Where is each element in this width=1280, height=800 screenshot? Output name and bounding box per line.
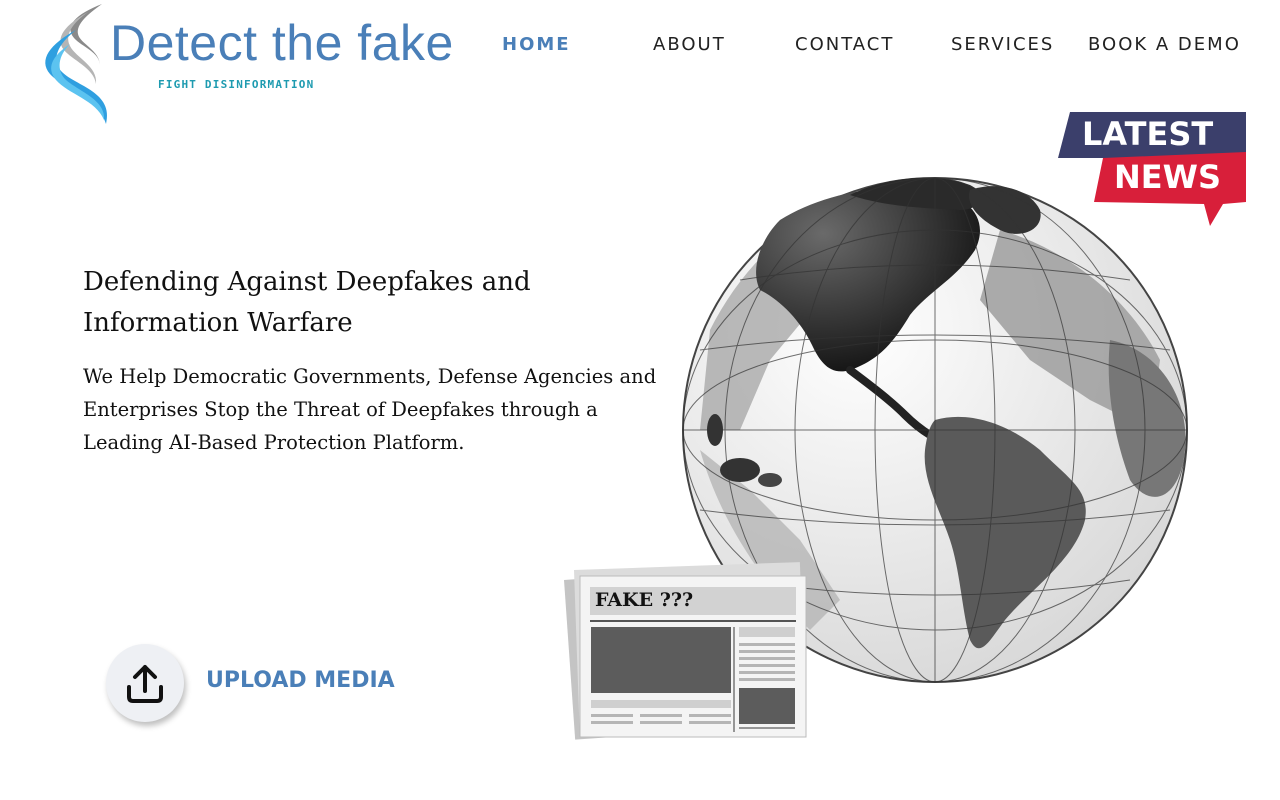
upload-icon xyxy=(127,665,163,703)
brand-logo[interactable]: Detect the fake xyxy=(36,0,456,130)
nav-home[interactable]: HOME xyxy=(502,34,571,55)
badge-news-text: NEWS xyxy=(1114,158,1221,196)
nav-services[interactable]: SERVICES xyxy=(951,34,1054,55)
nav-contact[interactable]: CONTACT xyxy=(795,34,894,55)
badge-latest-text: LATEST xyxy=(1082,115,1214,153)
upload-media-button[interactable] xyxy=(106,644,184,722)
upload-media-link[interactable]: UPLOAD MEDIA xyxy=(206,668,395,693)
newspaper-headline: FAKE ??? xyxy=(595,589,694,611)
brand-tagline: FIGHT DISINFORMATION xyxy=(158,78,315,91)
hero-title: Defending Against Deepfakes and Informat… xyxy=(83,267,531,338)
main-nav: HOME ABOUT CONTACT SERVICES BOOK A DEMO xyxy=(0,34,1280,58)
nav-book-demo[interactable]: BOOK A DEMO xyxy=(1088,34,1241,55)
nav-about[interactable]: ABOUT xyxy=(653,34,726,55)
